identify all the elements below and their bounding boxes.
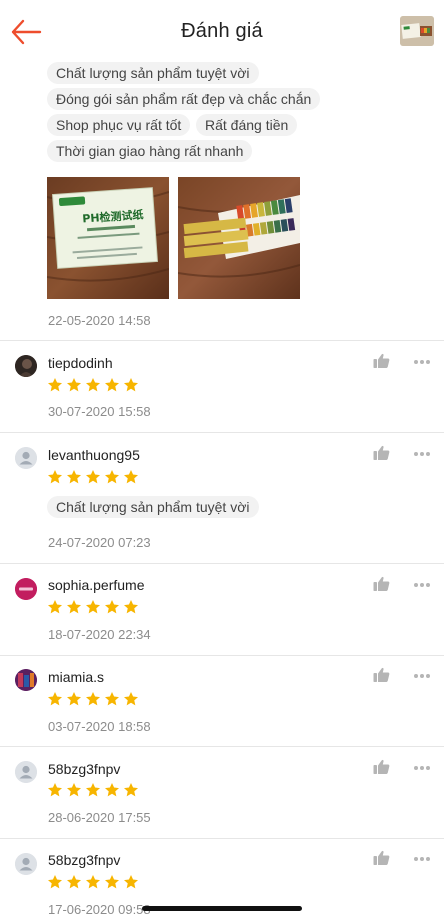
star-icon — [86, 875, 100, 889]
username[interactable]: sophia.perfume — [48, 577, 145, 593]
review-date: 17-06-2020 09:58 — [48, 902, 151, 917]
more-options-icon[interactable] — [412, 765, 432, 771]
more-options-icon[interactable] — [412, 673, 432, 679]
review-date: 28-06-2020 17:55 — [48, 810, 151, 825]
star-rating — [47, 782, 142, 798]
username[interactable]: tiepdodinh — [48, 355, 113, 371]
username[interactable]: 58bzg3fnpv — [48, 761, 120, 777]
more-options-icon[interactable] — [412, 582, 432, 588]
star-rating — [47, 691, 142, 707]
reviews-list: Chất lượng sản phẩm tuyệt vời Đóng gói s… — [0, 0, 444, 921]
avatar[interactable] — [15, 447, 37, 469]
review-tag: Thời gian giao hàng rất nhanh — [47, 140, 253, 162]
default-user-icon — [15, 761, 37, 783]
review-photo[interactable]: PH检测试纸 — [47, 177, 169, 299]
star-icon — [48, 783, 62, 797]
username[interactable]: 58bzg3fnpv — [48, 852, 120, 868]
review-date: 24-07-2020 07:23 — [48, 535, 151, 550]
star-icon — [86, 783, 100, 797]
star-icon — [48, 600, 62, 614]
avatar-photo-icon — [15, 669, 37, 691]
thumbs-up-icon[interactable] — [373, 759, 390, 775]
ph-strips-photo — [178, 177, 300, 299]
avatar-photo-icon — [15, 355, 37, 377]
thumbs-up-icon[interactable] — [373, 850, 390, 866]
star-icon — [48, 378, 62, 392]
star-icon — [124, 378, 138, 392]
divider — [0, 838, 444, 839]
avatar[interactable] — [15, 853, 37, 875]
home-indicator — [142, 906, 302, 911]
review-tag: Đóng gói sản phẩm rất đẹp và chắc chắn — [47, 88, 321, 110]
product-thumbnail[interactable] — [400, 16, 434, 46]
star-icon — [86, 600, 100, 614]
avatar[interactable] — [15, 669, 37, 691]
star-icon — [105, 470, 119, 484]
star-icon — [48, 470, 62, 484]
username[interactable]: miamia.s — [48, 669, 104, 685]
page-title: Đánh giá — [181, 20, 263, 42]
ph-box-photo: PH检测试纸 — [47, 177, 169, 299]
divider — [0, 563, 444, 564]
review-date: 30-07-2020 15:58 — [48, 404, 151, 419]
product-image-icon — [400, 16, 434, 46]
star-icon — [67, 378, 81, 392]
star-rating — [47, 377, 142, 393]
star-icon — [48, 875, 62, 889]
star-rating — [47, 469, 142, 485]
star-icon — [124, 875, 138, 889]
star-icon — [86, 378, 100, 392]
thumbs-up-icon[interactable] — [373, 353, 390, 369]
star-icon — [105, 692, 119, 706]
username[interactable]: levanthuong95 — [48, 447, 140, 463]
star-rating — [47, 599, 142, 615]
default-user-icon — [15, 447, 37, 469]
star-icon — [67, 692, 81, 706]
star-icon — [124, 470, 138, 484]
star-icon — [105, 875, 119, 889]
review-tag: Chất lượng sản phẩm tuyệt vời — [47, 496, 259, 518]
star-icon — [105, 378, 119, 392]
star-icon — [124, 783, 138, 797]
review-date: 18-07-2020 22:34 — [48, 627, 151, 642]
divider — [0, 655, 444, 656]
thumbs-up-icon[interactable] — [373, 445, 390, 461]
review-date: 22-05-2020 14:58 — [48, 313, 151, 328]
avatar[interactable] — [15, 761, 37, 783]
more-options-icon[interactable] — [412, 359, 432, 365]
shop-logo-icon — [15, 578, 37, 600]
header-bar: Đánh giá — [0, 0, 444, 62]
star-icon — [48, 692, 62, 706]
divider — [0, 746, 444, 747]
star-icon — [105, 783, 119, 797]
review-date: 03-07-2020 18:58 — [48, 719, 151, 734]
star-icon — [86, 692, 100, 706]
thumbs-up-icon[interactable] — [373, 576, 390, 592]
review-tag: Shop phục vụ rất tốt — [47, 114, 191, 136]
default-user-icon — [15, 853, 37, 875]
star-icon — [124, 692, 138, 706]
divider — [0, 432, 444, 433]
star-rating — [47, 874, 142, 890]
avatar[interactable] — [15, 578, 37, 600]
more-options-icon[interactable] — [412, 451, 432, 457]
review-tag: Chất lượng sản phẩm tuyệt vời — [47, 62, 259, 84]
divider — [0, 340, 444, 341]
star-icon — [67, 470, 81, 484]
avatar[interactable] — [15, 355, 37, 377]
more-options-icon[interactable] — [412, 856, 432, 862]
star-icon — [67, 875, 81, 889]
review-photo[interactable] — [178, 177, 300, 299]
thumbs-up-icon[interactable] — [373, 667, 390, 683]
star-icon — [67, 600, 81, 614]
star-icon — [124, 600, 138, 614]
star-icon — [105, 600, 119, 614]
star-icon — [86, 470, 100, 484]
review-tag: Rất đáng tiền — [196, 114, 298, 136]
star-icon — [67, 783, 81, 797]
